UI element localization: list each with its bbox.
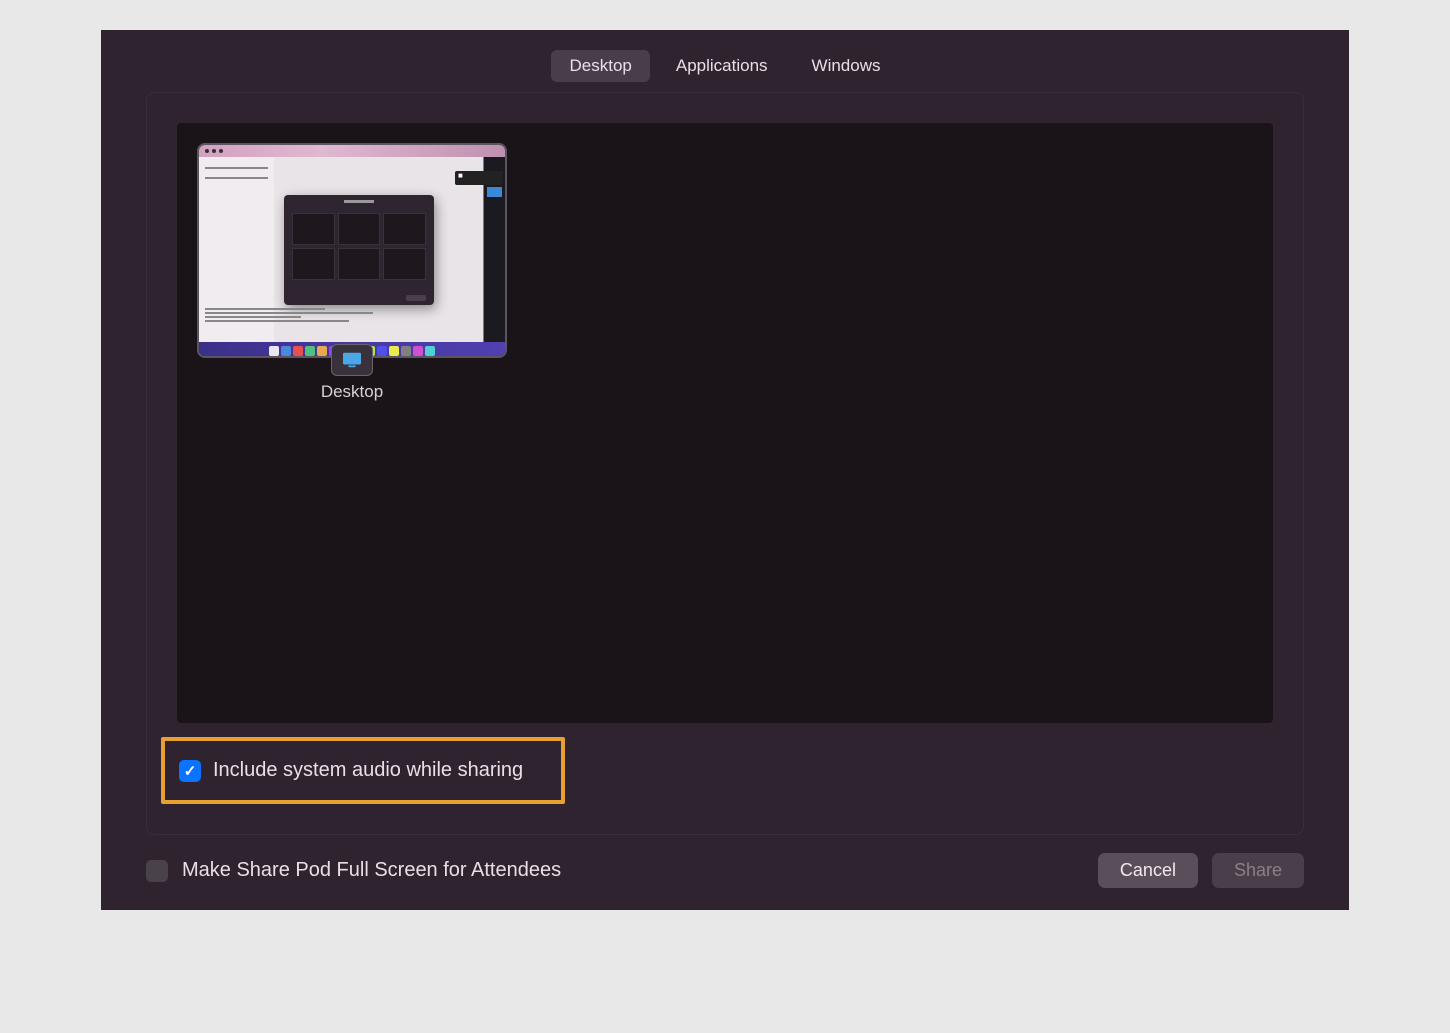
desktop-preview-item[interactable]: Desktop — [197, 143, 507, 402]
tabs-container: Desktop Applications Windows — [101, 30, 1349, 92]
checkmark-icon: ✓ — [184, 762, 197, 780]
monitor-icon — [341, 351, 363, 369]
desktop-thumbnail — [197, 143, 507, 358]
fullscreen-checkbox[interactable] — [146, 860, 168, 882]
content-panel: Desktop ✓ Include system audio while sha… — [146, 92, 1304, 835]
cancel-button[interactable]: Cancel — [1098, 853, 1198, 888]
include-audio-highlight: ✓ Include system audio while sharing — [161, 737, 565, 804]
share-screen-dialog: Desktop Applications Windows — [101, 30, 1349, 910]
include-audio-label: Include system audio while sharing — [213, 759, 523, 782]
dialog-footer: Make Share Pod Full Screen for Attendees… — [101, 845, 1349, 910]
tab-applications[interactable]: Applications — [658, 50, 786, 82]
include-audio-checkbox[interactable]: ✓ — [179, 760, 201, 782]
preview-area: Desktop — [177, 123, 1273, 723]
tab-windows[interactable]: Windows — [794, 50, 899, 82]
fullscreen-row[interactable]: Make Share Pod Full Screen for Attendees — [146, 859, 561, 882]
source-tabs: Desktop Applications Windows — [551, 50, 898, 82]
monitor-badge — [331, 344, 373, 376]
tab-desktop[interactable]: Desktop — [551, 50, 649, 82]
include-audio-row[interactable]: ✓ Include system audio while sharing — [179, 759, 523, 782]
fullscreen-label: Make Share Pod Full Screen for Attendees — [182, 859, 561, 882]
share-button[interactable]: Share — [1212, 853, 1304, 888]
desktop-label: Desktop — [321, 382, 383, 402]
